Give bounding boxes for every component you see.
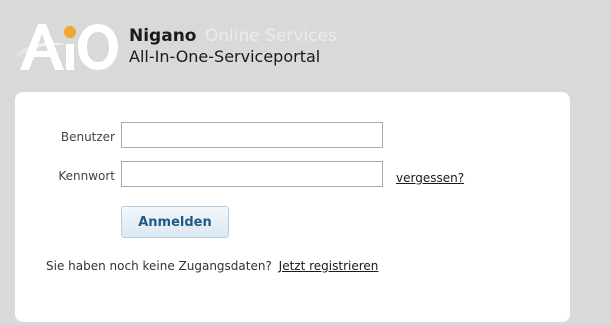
aio-logo (16, 18, 120, 74)
no-account-text: Sie haben noch keine Zugangsdaten? (46, 259, 272, 273)
brand-suffix: Online Services (204, 26, 337, 46)
forgot-password-link[interactable]: vergessen? (396, 171, 464, 185)
username-input[interactable] (121, 122, 383, 148)
username-label: Benutzer (60, 130, 115, 144)
password-input[interactable] (121, 161, 383, 187)
brand-title: Nigano Online Services (129, 26, 337, 46)
header: Nigano Online Services All-In-One-Servic… (0, 0, 611, 88)
login-button[interactable]: Anmelden (121, 206, 229, 238)
brand-name: Nigano (129, 26, 197, 46)
register-link[interactable]: Jetzt registrieren (279, 259, 379, 273)
login-panel: Benutzer Kennwort vergessen? Anmelden Si… (15, 92, 570, 322)
brand-subtitle: All-In-One-Serviceportal (129, 47, 321, 66)
brand-text: Nigano Online Services All-In-One-Servic… (129, 26, 337, 67)
password-label: Kennwort (58, 169, 115, 183)
register-hint: Sie haben noch keine Zugangsdaten? Jetzt… (46, 259, 378, 273)
